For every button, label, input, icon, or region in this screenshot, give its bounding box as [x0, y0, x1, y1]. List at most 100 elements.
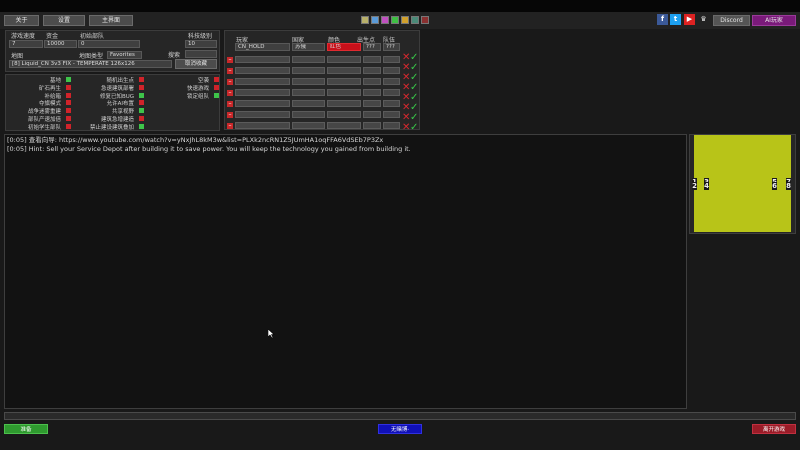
color-swatch[interactable]: [361, 16, 369, 24]
slot-team-field[interactable]: [383, 78, 400, 85]
option-label: 夺旗模式: [38, 101, 61, 108]
slot-country-field[interactable]: [292, 67, 325, 74]
facebook-icon[interactable]: f: [657, 14, 668, 25]
color-dropdown[interactable]: 红色: [327, 43, 361, 51]
country-dropdown[interactable]: 苏俄: [292, 43, 325, 51]
game-speed-field[interactable]: 7: [9, 40, 43, 48]
player-name-field[interactable]: CN_HOLD: [235, 43, 290, 51]
option-label: 基地: [49, 78, 61, 84]
discord-button[interactable]: Discord: [713, 15, 750, 26]
color-swatch[interactable]: [391, 16, 399, 24]
no-bet-button[interactable]: 无赌博·: [378, 424, 422, 434]
color-swatch[interactable]: [401, 16, 409, 24]
option-label: 共享视野: [111, 109, 134, 116]
slot-country-field[interactable]: [292, 78, 325, 85]
ai-player-button[interactable]: AI玩家: [752, 15, 796, 26]
remove-slot-icon[interactable]: –: [227, 68, 233, 74]
color-swatch[interactable]: [411, 16, 419, 24]
about-button[interactable]: 关于: [4, 15, 39, 26]
slot-team-field[interactable]: [383, 122, 400, 129]
color-swatch[interactable]: [421, 16, 429, 24]
option-checkbox-off[interactable]: [139, 116, 144, 121]
option-label: 部队产速加倍: [27, 117, 61, 123]
slot-country-field[interactable]: [292, 122, 325, 129]
trophy-icon[interactable]: ♛: [698, 14, 709, 25]
start-spot[interactable]: 2: [692, 182, 697, 190]
ready-button[interactable]: 准备: [4, 424, 48, 434]
chat-input[interactable]: [4, 412, 796, 420]
slot-team-field[interactable]: [383, 67, 400, 74]
slot-color-field[interactable]: [327, 78, 361, 85]
ready-check-icon[interactable]: ✓: [410, 113, 418, 123]
tech-level-field[interactable]: 10: [185, 40, 217, 48]
slot-color-field[interactable]: [327, 111, 361, 118]
slot-player-field[interactable]: [235, 78, 290, 85]
start-spot[interactable]: 8: [786, 182, 791, 190]
slot-team-field[interactable]: [383, 56, 400, 63]
slot-start-field[interactable]: [363, 67, 381, 74]
remove-slot-icon[interactable]: –: [227, 112, 233, 118]
ready-check-icon[interactable]: ✓: [410, 73, 418, 83]
slot-start-field[interactable]: [363, 78, 381, 85]
remove-slot-icon[interactable]: –: [227, 57, 233, 63]
slot-player-field[interactable]: [235, 67, 290, 74]
slot-player-field[interactable]: [235, 89, 290, 96]
option-checkbox-off[interactable]: [214, 84, 219, 90]
option-checkbox-on[interactable]: [139, 108, 144, 114]
money-label: 资金: [46, 33, 59, 40]
money-field[interactable]: 10000: [44, 40, 77, 48]
ready-check-icon[interactable]: ✓: [410, 53, 418, 63]
settings-button[interactable]: 设置: [43, 15, 85, 26]
option-checkbox-on[interactable]: [214, 92, 219, 98]
youtube-icon[interactable]: ▶: [684, 14, 695, 25]
slot-color-field[interactable]: [327, 67, 361, 74]
color-swatch[interactable]: [371, 16, 379, 24]
ready-check-icon[interactable]: ✓: [410, 93, 418, 103]
game-speed-label: 游戏速度: [11, 33, 36, 40]
slot-color-field[interactable]: [327, 100, 361, 107]
slot-start-field[interactable]: [363, 89, 381, 96]
remove-slot-icon[interactable]: –: [227, 79, 233, 85]
slot-player-field[interactable]: [235, 100, 290, 107]
slot-color-field[interactable]: [327, 89, 361, 96]
start-spot[interactable]: 4: [704, 182, 709, 190]
option-checkbox-off[interactable]: [214, 77, 219, 82]
slot-color-field[interactable]: [327, 56, 361, 63]
slot-color-field[interactable]: [327, 122, 361, 129]
ready-check-icon[interactable]: ✓: [410, 103, 418, 113]
ready-check-icon[interactable]: ✓: [410, 123, 418, 133]
map-name-field[interactable]: [8] Liquid_CN 3v3 FIX - TEMPERATE 126x12…: [9, 60, 172, 68]
slot-country-field[interactable]: [292, 100, 325, 107]
slot-start-field[interactable]: [363, 100, 381, 107]
twitter-icon[interactable]: t: [670, 14, 681, 25]
slot-team-field[interactable]: [383, 100, 400, 107]
cancel-favorite-button[interactable]: 取消收藏: [175, 59, 217, 69]
slot-country-field[interactable]: [292, 111, 325, 118]
slot-start-field[interactable]: [363, 111, 381, 118]
slot-country-field[interactable]: [292, 56, 325, 63]
ready-check-icon[interactable]: ✓: [410, 83, 418, 93]
team-dropdown[interactable]: ???: [383, 43, 400, 51]
initial-units-field[interactable]: 0: [78, 40, 140, 48]
remove-slot-icon[interactable]: –: [227, 101, 233, 107]
remove-slot-icon[interactable]: –: [227, 123, 233, 129]
slot-player-field[interactable]: [235, 111, 290, 118]
start-spot[interactable]: 6: [772, 182, 777, 190]
start-dropdown[interactable]: ???: [363, 43, 381, 51]
option-checkbox-on[interactable]: [139, 123, 144, 129]
remove-slot-icon[interactable]: –: [227, 90, 233, 96]
slot-start-field[interactable]: [363, 56, 381, 63]
main-menu-button[interactable]: 主界面: [89, 15, 133, 26]
search-input[interactable]: [185, 50, 217, 58]
slot-start-field[interactable]: [363, 122, 381, 129]
option-checkbox-off[interactable]: [139, 100, 144, 106]
color-swatch[interactable]: [381, 16, 389, 24]
slot-team-field[interactable]: [383, 89, 400, 96]
slot-country-field[interactable]: [292, 89, 325, 96]
slot-player-field[interactable]: [235, 56, 290, 63]
slot-player-field[interactable]: [235, 122, 290, 129]
map-type-dropdown[interactable]: Favorites: [107, 51, 142, 59]
ready-check-icon[interactable]: ✓: [410, 63, 418, 73]
leave-game-button[interactable]: 离开游戏: [752, 424, 796, 434]
slot-team-field[interactable]: [383, 111, 400, 118]
